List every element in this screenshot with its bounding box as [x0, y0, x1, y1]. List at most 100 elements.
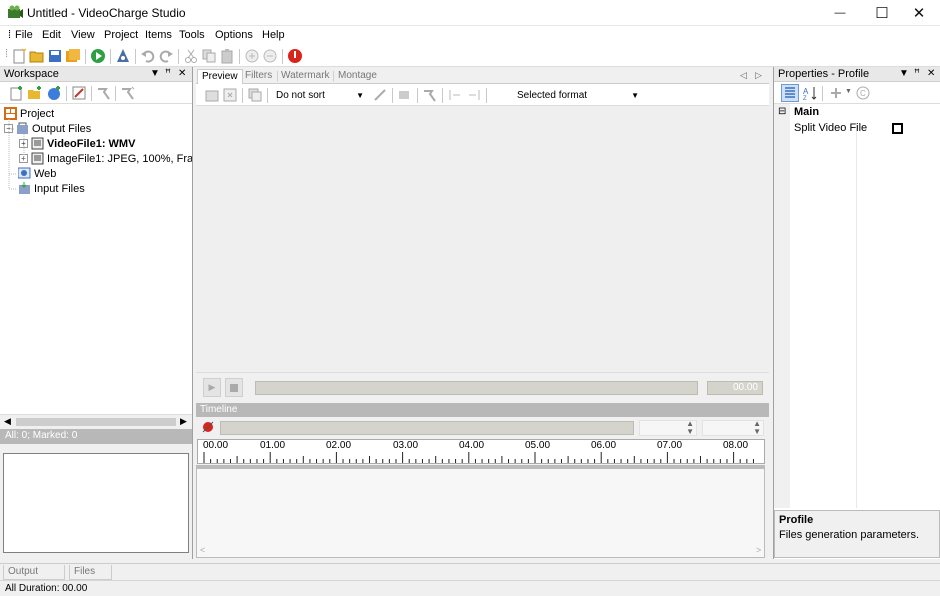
- main-toolbar: ⁞: [0, 45, 940, 67]
- tab-scroll-left-icon[interactable]: ◁: [740, 70, 747, 81]
- menu-tools[interactable]: Tools: [179, 29, 205, 41]
- refresh-preview-icon[interactable]: [204, 87, 220, 103]
- new-project-icon[interactable]: [11, 48, 27, 64]
- spin-arrows-icon[interactable]: ▲ ▼: [686, 420, 694, 436]
- collapse-icon[interactable]: ⊟: [778, 106, 786, 117]
- spin-arrows-icon[interactable]: ▲ ▼: [753, 420, 761, 436]
- undo-icon[interactable]: [140, 48, 156, 64]
- wizard-icon[interactable]: [115, 48, 131, 64]
- scroll-thumb[interactable]: [16, 418, 176, 426]
- new-item-icon[interactable]: [8, 85, 24, 101]
- last-frame-icon[interactable]: [466, 87, 482, 103]
- redo-icon[interactable]: [158, 48, 174, 64]
- timeline-track[interactable]: < >: [196, 468, 765, 558]
- track-scroll-right-icon[interactable]: >: [756, 545, 761, 555]
- move-icon[interactable]: [397, 87, 413, 103]
- tree-item-image-file[interactable]: + ImageFile1: JPEG, 100%, Frame: 0: [19, 151, 192, 166]
- close-icon: ✕: [912, 5, 926, 22]
- player-controls: ▶ 00.00: [196, 372, 769, 398]
- split-video-file-checkbox[interactable]: [892, 123, 903, 134]
- window-title: Untitled - VideoCharge Studio: [27, 6, 186, 20]
- tool-icon[interactable]: [96, 85, 112, 101]
- cut-icon[interactable]: [183, 48, 199, 64]
- paste-icon[interactable]: [219, 48, 235, 64]
- workspace-horizontal-scrollbar[interactable]: ◀ ▶: [0, 414, 192, 429]
- tab-files[interactable]: Files: [69, 565, 112, 580]
- categorized-icon: [785, 87, 795, 98]
- save-all-icon[interactable]: [65, 48, 81, 64]
- panel-menu-icon[interactable]: ▼: [150, 68, 160, 79]
- menu-help[interactable]: Help: [262, 29, 285, 41]
- sort-icon[interactable]: [372, 87, 388, 103]
- add-web-icon[interactable]: [46, 85, 62, 101]
- menu-options[interactable]: Options: [215, 29, 253, 41]
- pin-icon[interactable]: ꟸ: [914, 68, 920, 79]
- maximize-button[interactable]: ☐: [862, 0, 902, 26]
- pin-icon[interactable]: ꟸ: [165, 68, 171, 79]
- property-grid: ⊟ Main Split Video File: [774, 104, 940, 508]
- tab-watermark[interactable]: Watermark: [277, 69, 334, 84]
- save-icon[interactable]: [47, 48, 63, 64]
- scroll-right-icon[interactable]: ▶: [180, 416, 187, 427]
- sort-combo[interactable]: Do not sort ▼: [272, 87, 368, 103]
- start-conversion-icon[interactable]: [90, 48, 106, 64]
- remove-icon[interactable]: [262, 48, 278, 64]
- menu-project[interactable]: Project: [104, 29, 138, 41]
- panel-close-icon[interactable]: ✕: [178, 68, 186, 79]
- properties-header: Properties - Profile ▼ ꟸ ✕: [774, 67, 940, 82]
- open-folder-icon[interactable]: [29, 48, 45, 64]
- copy-frames-icon[interactable]: [247, 87, 263, 103]
- panel-close-icon[interactable]: ✕: [927, 68, 935, 79]
- project-tree: Project − Output Files + VideoFile1: WMV…: [0, 104, 192, 414]
- ruler-tick-label: 06.00: [591, 440, 617, 451]
- stop-button[interactable]: [225, 378, 243, 397]
- playback-progress[interactable]: [255, 381, 698, 395]
- start-time-field[interactable]: ▲ ▼: [639, 420, 697, 436]
- close-button[interactable]: ✕: [899, 0, 939, 26]
- property-description: Profile Files generation parameters.: [774, 510, 940, 558]
- toolbar-separator: [417, 88, 418, 103]
- generate-preview-icon[interactable]: [222, 87, 238, 103]
- add-folder-icon[interactable]: [27, 85, 43, 101]
- categorized-button[interactable]: [781, 84, 799, 102]
- timeline-scrollbar[interactable]: [220, 421, 634, 435]
- reset-icon[interactable]: C: [855, 85, 871, 101]
- tree-label: Web: [34, 167, 57, 180]
- tool-icon[interactable]: [422, 87, 438, 103]
- tool-all-icon[interactable]: [120, 85, 136, 101]
- grid-column-divider: [856, 123, 857, 508]
- panel-menu-icon[interactable]: ▼: [899, 68, 909, 79]
- tree-item-video-file[interactable]: + VideoFile1: WMV: [19, 136, 135, 151]
- timeline-ruler[interactable]: 00.00 01.00 02.00 03.00 04.00 05.00 06.0…: [197, 439, 765, 464]
- svg-text:A: A: [803, 87, 809, 96]
- menu-file[interactable]: File: [15, 29, 33, 41]
- sort-alphabetical-icon[interactable]: AZ: [802, 85, 818, 101]
- record-icon[interactable]: [201, 420, 215, 434]
- tab-preview[interactable]: Preview: [197, 69, 243, 84]
- menu-edit[interactable]: Edit: [42, 29, 61, 41]
- timeline-header: Timeline: [196, 403, 769, 417]
- tab-output[interactable]: Output: [3, 565, 65, 580]
- add-icon[interactable]: [244, 48, 260, 64]
- first-frame-icon[interactable]: [447, 87, 463, 103]
- presets-icon[interactable]: [828, 85, 844, 101]
- copy-icon[interactable]: [201, 48, 217, 64]
- menu-items[interactable]: Items: [145, 29, 172, 41]
- format-combo[interactable]: Selected format ▼: [513, 87, 643, 103]
- stop-icon[interactable]: [287, 48, 303, 64]
- edit-icon[interactable]: [71, 85, 87, 101]
- tab-scroll-right-icon[interactable]: ▷: [755, 70, 762, 81]
- property-category-main: Main: [794, 106, 820, 118]
- track-scroll-left-icon[interactable]: <: [200, 545, 205, 555]
- tab-montage[interactable]: Montage: [334, 69, 381, 84]
- menu-bar: ⁞ File Edit View Project Items Tools Opt…: [0, 26, 940, 45]
- end-time-field[interactable]: ▲ ▼: [702, 420, 764, 436]
- minimize-icon: —: [834, 7, 846, 19]
- play-button[interactable]: ▶: [203, 378, 221, 397]
- chevron-down-icon[interactable]: ▼: [845, 88, 852, 95]
- scroll-left-icon[interactable]: ◀: [4, 416, 11, 427]
- toolbar-separator: [85, 49, 86, 64]
- tab-filters[interactable]: Filters: [241, 69, 276, 84]
- minimize-button[interactable]: —: [820, 0, 860, 26]
- menu-view[interactable]: View: [71, 29, 95, 41]
